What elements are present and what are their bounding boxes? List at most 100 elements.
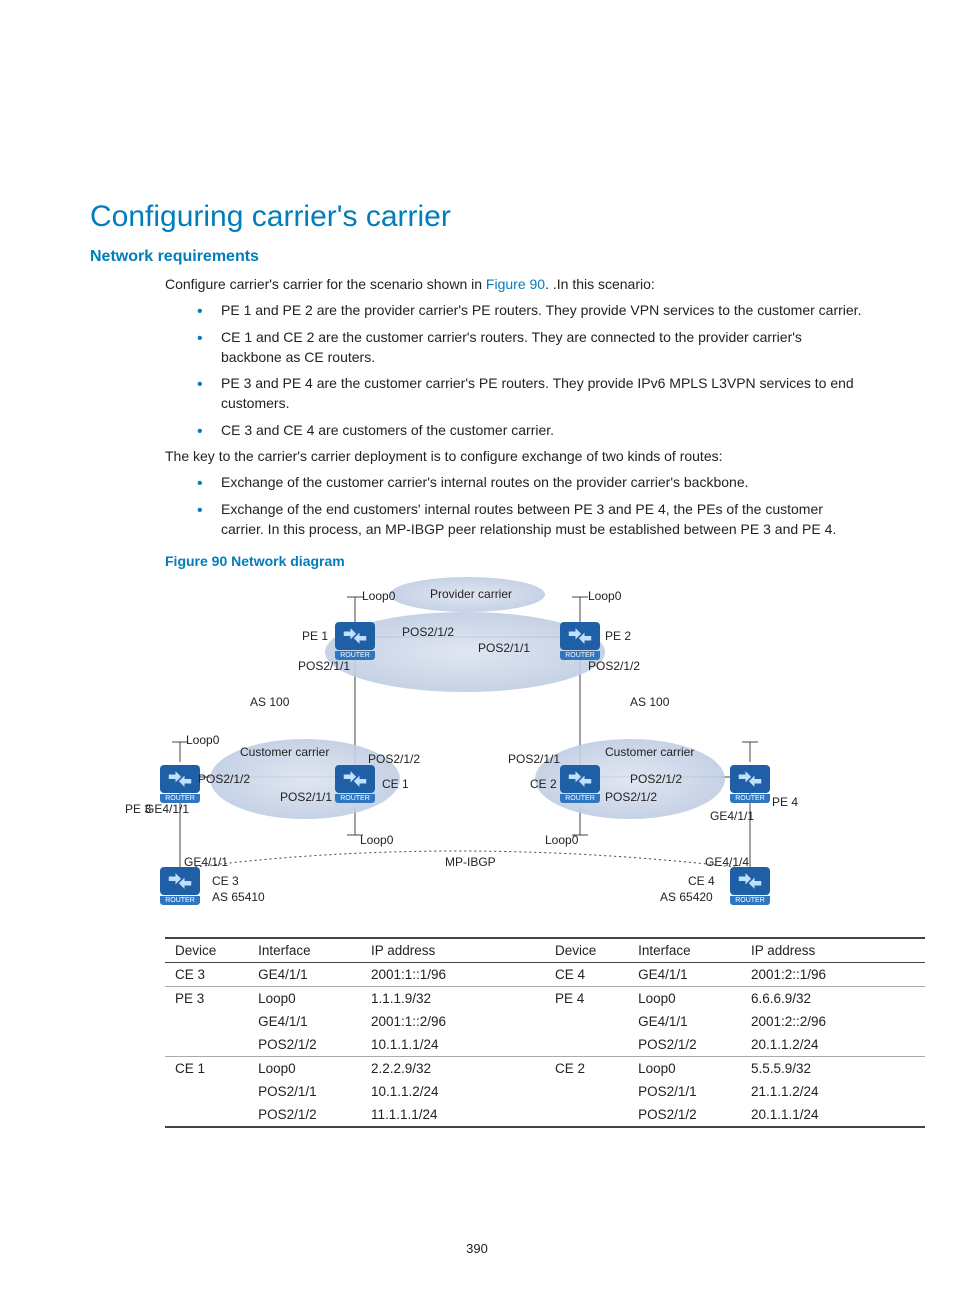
table-cell: POS2/1/2 xyxy=(628,1103,741,1127)
label: GE4/1/1 xyxy=(184,855,228,869)
label: AS 100 xyxy=(250,695,289,709)
label: POS2/1/1 xyxy=(298,659,350,673)
table-cell: 2001:2::2/96 xyxy=(741,1010,925,1033)
section-network-requirements: Network requirements xyxy=(90,248,864,266)
list-item: CE 1 and CE 2 are the customer carrier's… xyxy=(197,327,864,368)
table-cell: CE 2 xyxy=(545,1057,628,1081)
table-cell: Loop0 xyxy=(628,987,741,1011)
label: POS2/1/2 xyxy=(588,659,640,673)
list-item: CE 3 and CE 4 are customers of the custo… xyxy=(197,420,864,440)
table-cell: 20.1.1.1/24 xyxy=(741,1103,925,1127)
router-ce2-icon: ROUTER xyxy=(560,765,600,793)
router-pe4-icon: ROUTER xyxy=(730,765,770,793)
label: GE4/1/1 xyxy=(710,809,754,823)
table-cell: 10.1.1.1/24 xyxy=(361,1033,545,1057)
label: POS2/1/2 xyxy=(605,790,657,804)
table-cell: 21.1.1.2/24 xyxy=(741,1080,925,1103)
table-cell: 6.6.6.9/32 xyxy=(741,987,925,1011)
router-ce1-icon: ROUTER xyxy=(335,765,375,793)
figure-90-link[interactable]: Figure 90 xyxy=(486,276,545,292)
col-device: Device xyxy=(165,938,248,963)
table-cell: PE 3 xyxy=(165,987,248,1011)
text: . .In this scenario: xyxy=(545,276,655,292)
table-cell: CE 4 xyxy=(545,963,628,987)
col-ip: IP address xyxy=(361,938,545,963)
table-cell: GE4/1/1 xyxy=(248,963,361,987)
label: AS 100 xyxy=(630,695,669,709)
routes-bullet-list: Exchange of the customer carrier's inter… xyxy=(165,472,864,539)
table-row: POS2/1/210.1.1.1/24POS2/1/220.1.1.2/24 xyxy=(165,1033,925,1057)
router-pe2-icon: ROUTER xyxy=(560,622,600,650)
table-cell: CE 3 xyxy=(165,963,248,987)
figure-caption: Figure 90 Network diagram xyxy=(165,553,864,569)
label: Loop0 xyxy=(360,833,393,847)
table-cell: 5.5.5.9/32 xyxy=(741,1057,925,1081)
table-cell: 10.1.1.2/24 xyxy=(361,1080,545,1103)
table-row: PE 3Loop01.1.1.9/32PE 4Loop06.6.6.9/32 xyxy=(165,987,925,1011)
label: CE 1 xyxy=(382,777,409,791)
col-interface: Interface xyxy=(628,938,741,963)
table-header-row: Device Interface IP address Device Inter… xyxy=(165,938,925,963)
table-row: GE4/1/12001:1::2/96GE4/1/12001:2::2/96 xyxy=(165,1010,925,1033)
label: Loop0 xyxy=(588,589,621,603)
label: POS2/1/2 xyxy=(198,772,250,786)
router-ce4-icon: ROUTER xyxy=(730,867,770,895)
intro-paragraph: Configure carrier's carrier for the scen… xyxy=(165,274,864,294)
label: MP-IBGP xyxy=(445,855,496,869)
table-cell: GE4/1/1 xyxy=(628,963,741,987)
table-cell: 2.2.2.9/32 xyxy=(361,1057,545,1081)
table-row: POS2/1/211.1.1.1/24POS2/1/220.1.1.1/24 xyxy=(165,1103,925,1127)
network-diagram: ROUTER ROUTER ROUTER ROUTER ROUTER ROUTE… xyxy=(150,577,770,927)
label: Loop0 xyxy=(186,733,219,747)
label: Customer carrier xyxy=(240,745,329,759)
label: POS2/1/1 xyxy=(508,752,560,766)
col-ip: IP address xyxy=(741,938,925,963)
table-cell: POS2/1/1 xyxy=(248,1080,361,1103)
label: POS2/1/1 xyxy=(280,790,332,804)
table-row: CE 3GE4/1/12001:1::1/96CE 4GE4/1/12001:2… xyxy=(165,963,925,987)
label: CE 3 xyxy=(212,874,239,888)
table-cell: GE4/1/1 xyxy=(248,1010,361,1033)
table-cell: POS2/1/2 xyxy=(248,1033,361,1057)
table-cell xyxy=(165,1033,248,1057)
table-cell xyxy=(545,1103,628,1127)
label: POS2/1/2 xyxy=(630,772,682,786)
table-cell: 2001:1::2/96 xyxy=(361,1010,545,1033)
table-cell: CE 1 xyxy=(165,1057,248,1081)
router-ce3-icon: ROUTER xyxy=(160,867,200,895)
label: Provider carrier xyxy=(430,587,512,601)
label: CE 2 xyxy=(530,777,557,791)
label: GE4/1/4 xyxy=(705,855,749,869)
table-cell xyxy=(545,1033,628,1057)
label: Loop0 xyxy=(545,833,578,847)
page-number: 390 xyxy=(0,1241,954,1256)
table-cell xyxy=(165,1103,248,1127)
col-device: Device xyxy=(545,938,628,963)
label: POS2/1/1 xyxy=(478,641,530,655)
list-item: PE 3 and PE 4 are the customer carrier's… xyxy=(197,373,864,414)
table-cell xyxy=(545,1080,628,1103)
table-cell: PE 4 xyxy=(545,987,628,1011)
table-cell xyxy=(165,1080,248,1103)
label: PE 4 xyxy=(772,795,798,809)
key-paragraph: The key to the carrier's carrier deploym… xyxy=(165,446,864,466)
label: GE4/1/1 xyxy=(145,802,189,816)
table-cell: Loop0 xyxy=(248,1057,361,1081)
list-item: Exchange of the customer carrier's inter… xyxy=(197,472,864,492)
table-cell xyxy=(545,1010,628,1033)
col-interface: Interface xyxy=(248,938,361,963)
page-title: Configuring carrier's carrier xyxy=(90,200,864,234)
table-cell xyxy=(165,1010,248,1033)
table-cell: 1.1.1.9/32 xyxy=(361,987,545,1011)
table-cell: 2001:2::1/96 xyxy=(741,963,925,987)
label: POS2/1/2 xyxy=(368,752,420,766)
table-cell: POS2/1/1 xyxy=(628,1080,741,1103)
label: CE 4 xyxy=(688,874,715,888)
table-cell: POS2/1/2 xyxy=(628,1033,741,1057)
table-cell: 2001:1::1/96 xyxy=(361,963,545,987)
table-cell: Loop0 xyxy=(248,987,361,1011)
label: POS2/1/2 xyxy=(402,625,454,639)
label: Loop0 xyxy=(362,589,395,603)
table-cell: POS2/1/2 xyxy=(248,1103,361,1127)
table-row: POS2/1/110.1.1.2/24POS2/1/121.1.1.2/24 xyxy=(165,1080,925,1103)
